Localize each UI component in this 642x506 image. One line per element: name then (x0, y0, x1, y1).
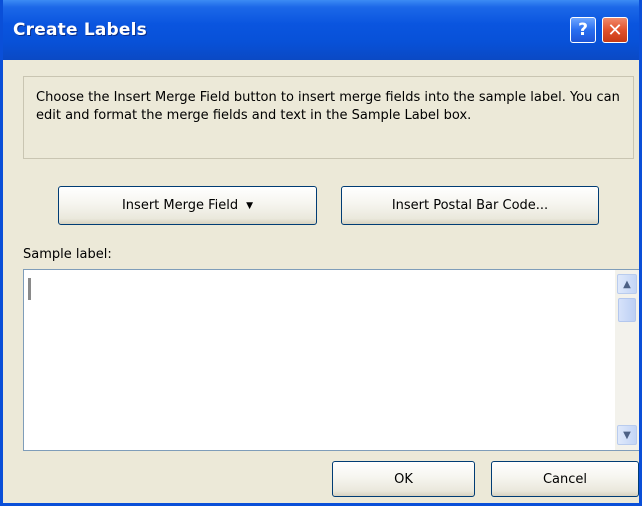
vertical-scrollbar[interactable]: ▲ ▼ (615, 270, 639, 450)
help-button[interactable]: ? (570, 17, 596, 43)
scroll-down-button[interactable]: ▼ (617, 425, 637, 445)
sample-label-textarea[interactable]: ▲ ▼ (23, 269, 639, 451)
instructions-box: Choose the Insert Merge Field button to … (23, 76, 634, 159)
cancel-label: Cancel (542, 471, 588, 487)
ok-button[interactable]: OK (332, 461, 475, 497)
close-icon: ✕ (607, 19, 623, 41)
ok-label: OK (394, 471, 413, 487)
close-button[interactable]: ✕ (602, 17, 628, 43)
insert-merge-field-label: Insert Merge Field (121, 198, 239, 213)
chevron-up-icon: ▲ (623, 278, 631, 290)
help-icon: ? (578, 20, 588, 40)
title-bar[interactable]: Create Labels ? ✕ (3, 0, 639, 60)
instructions-text: Choose the Insert Merge Field button to … (36, 90, 620, 123)
create-labels-dialog: Create Labels ? ✕ Choose the Insert Merg… (0, 0, 642, 506)
chevron-down-icon: ▼ (623, 429, 631, 441)
scroll-up-button[interactable]: ▲ (617, 274, 637, 294)
sample-label-caption: Sample label: (23, 247, 112, 262)
insert-postal-bar-code-label: Insert Postal Bar Code... (391, 198, 549, 213)
text-caret (28, 278, 31, 300)
cancel-button[interactable]: Cancel (491, 461, 639, 497)
insert-merge-field-button[interactable]: Insert Merge Field ▼ (58, 186, 317, 225)
insert-postal-bar-code-button[interactable]: Insert Postal Bar Code... (341, 186, 599, 225)
scroll-thumb[interactable] (618, 298, 636, 322)
dialog-title: Create Labels (13, 20, 147, 40)
caret-down-icon: ▼ (246, 200, 254, 211)
